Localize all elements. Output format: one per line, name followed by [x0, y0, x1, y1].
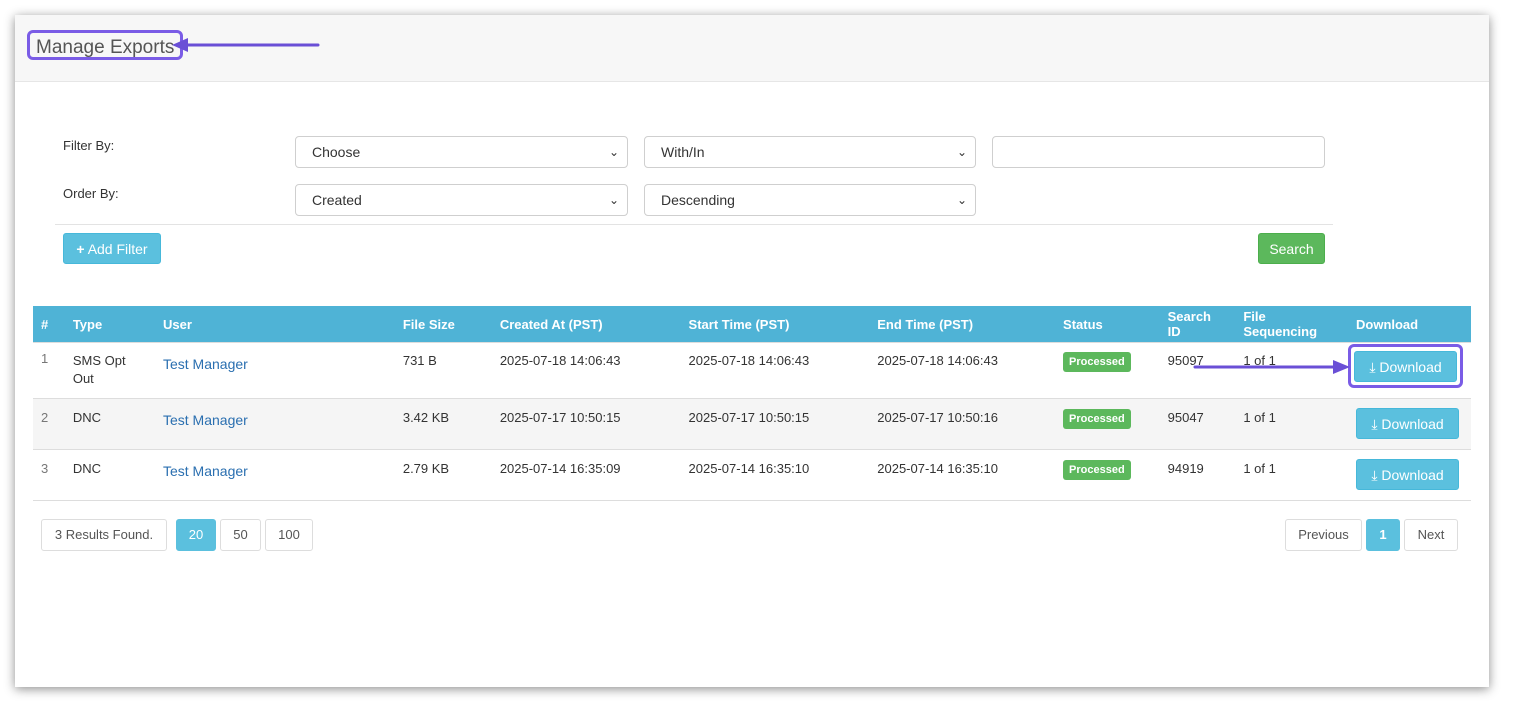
- row-number: 1: [33, 342, 65, 399]
- row-search-id: 95047: [1159, 398, 1236, 450]
- row-start-time: 2025-07-18 14:06:43: [680, 342, 870, 399]
- current-page-button[interactable]: 1: [1366, 519, 1400, 551]
- filter-divider: [55, 224, 1333, 225]
- status-badge: Processed: [1063, 460, 1131, 480]
- page-size-100[interactable]: 100: [265, 519, 313, 551]
- col-header-user: User: [162, 316, 192, 332]
- filter-field-select[interactable]: Choose ⌄: [295, 136, 628, 168]
- row-start-time: 2025-07-17 10:50:15: [680, 398, 870, 450]
- table-row: 2 DNC Test Manager 3.42 KB 2025-07-17 10…: [33, 398, 1471, 450]
- row-created-at: 2025-07-17 10:50:15: [491, 398, 681, 450]
- order-by-label: Order By:: [63, 186, 119, 201]
- status-badge: Processed: [1063, 409, 1131, 429]
- row-start-time: 2025-07-14 16:35:10: [680, 449, 870, 501]
- download-label: Download: [1381, 416, 1444, 432]
- results-count: 3 Results Found.: [41, 519, 167, 551]
- search-button[interactable]: Search: [1258, 233, 1325, 264]
- table-header-row: # Type User File Size Created At (PST) S…: [33, 306, 1471, 343]
- col-header-end: End Time (PST): [877, 316, 974, 332]
- export-window: Manage Exports Filter By: Order By: Choo…: [15, 15, 1489, 687]
- order-field-value: Created: [312, 192, 362, 208]
- add-filter-label: Add Filter: [87, 241, 148, 257]
- row-sequencing: 1 of 1: [1235, 398, 1348, 450]
- row-file-size: 731 B: [394, 342, 492, 399]
- row-search-id: 95097: [1159, 342, 1236, 399]
- row-end-time: 2025-07-14 16:35:10: [869, 449, 1056, 501]
- col-header-num: #: [41, 316, 49, 332]
- download-icon: ⤓: [1371, 416, 1378, 432]
- chevron-down-icon: ⌄: [608, 145, 619, 159]
- chevron-down-icon: ⌄: [956, 193, 967, 207]
- exports-table: # Type User File Size Created At (PST) S…: [33, 306, 1471, 501]
- row-file-size: 2.79 KB: [394, 449, 492, 501]
- col-header-download: Download: [1356, 316, 1419, 332]
- filter-by-label: Filter By:: [63, 138, 115, 153]
- download-icon: ⤓: [1369, 359, 1376, 375]
- row-number: 3: [33, 449, 65, 501]
- col-header-sequencing: File Sequencing: [1243, 309, 1318, 339]
- page-size-20[interactable]: 20: [176, 519, 216, 551]
- download-icon: ⤓: [1371, 467, 1378, 483]
- filter-operator-select[interactable]: With/In ⌄: [644, 136, 976, 168]
- row-type: SMS Opt Out: [64, 342, 155, 399]
- download-label: Download: [1381, 467, 1444, 483]
- download-button[interactable]: ⤓ Download: [1356, 459, 1459, 490]
- status-badge: Processed: [1063, 352, 1131, 372]
- row-search-id: 94919: [1159, 449, 1236, 501]
- row-end-time: 2025-07-17 10:50:16: [869, 398, 1056, 450]
- col-header-created: Created At (PST): [499, 316, 603, 332]
- col-header-status: Status: [1063, 316, 1103, 332]
- order-field-select[interactable]: Created ⌄: [295, 184, 628, 216]
- row-end-time: 2025-07-18 14:06:43: [869, 342, 1056, 399]
- col-header-file-size: File Size: [402, 316, 455, 332]
- download-button[interactable]: ⤓ Download: [1354, 351, 1457, 382]
- col-header-start: Start Time (PST): [688, 316, 790, 332]
- row-type: DNC: [64, 449, 155, 501]
- download-label: Download: [1379, 359, 1442, 375]
- order-direction-select[interactable]: Descending ⌄: [644, 184, 976, 216]
- user-link[interactable]: Test Manager: [163, 356, 248, 372]
- next-page-button[interactable]: Next: [1404, 519, 1458, 551]
- add-filter-button[interactable]: + Add Filter: [63, 233, 161, 264]
- table-row: 3 DNC Test Manager 2.79 KB 2025-07-14 16…: [33, 449, 1471, 501]
- download-button[interactable]: ⤓ Download: [1356, 408, 1459, 439]
- row-type: DNC: [64, 398, 155, 450]
- row-sequencing: 1 of 1: [1235, 342, 1348, 399]
- page-size-50[interactable]: 50: [220, 519, 261, 551]
- download-highlight: ⤓ Download: [1348, 344, 1463, 388]
- page-title: Manage Exports: [27, 30, 184, 60]
- page-header: Manage Exports: [15, 15, 1489, 82]
- chevron-down-icon: ⌄: [956, 145, 967, 159]
- row-file-size: 3.42 KB: [394, 398, 492, 450]
- col-header-type: Type: [72, 316, 103, 332]
- row-sequencing: 1 of 1: [1235, 449, 1348, 501]
- row-created-at: 2025-07-14 16:35:09: [491, 449, 681, 501]
- annotation-arrow-title: [172, 38, 320, 52]
- user-link[interactable]: Test Manager: [163, 412, 248, 428]
- col-header-search-id: Search ID: [1167, 309, 1212, 339]
- filter-operator-value: With/In: [661, 144, 705, 160]
- row-number: 2: [33, 398, 65, 450]
- previous-page-button[interactable]: Previous: [1285, 519, 1362, 551]
- user-link[interactable]: Test Manager: [163, 463, 248, 479]
- chevron-down-icon: ⌄: [608, 193, 619, 207]
- filter-value-input[interactable]: [992, 136, 1325, 168]
- filter-field-value: Choose: [312, 144, 361, 160]
- table-row: 1 SMS Opt Out Test Manager 731 B 2025-07…: [33, 342, 1471, 399]
- row-created-at: 2025-07-18 14:06:43: [491, 342, 681, 399]
- plus-icon: +: [76, 241, 85, 257]
- order-direction-value: Descending: [661, 192, 735, 208]
